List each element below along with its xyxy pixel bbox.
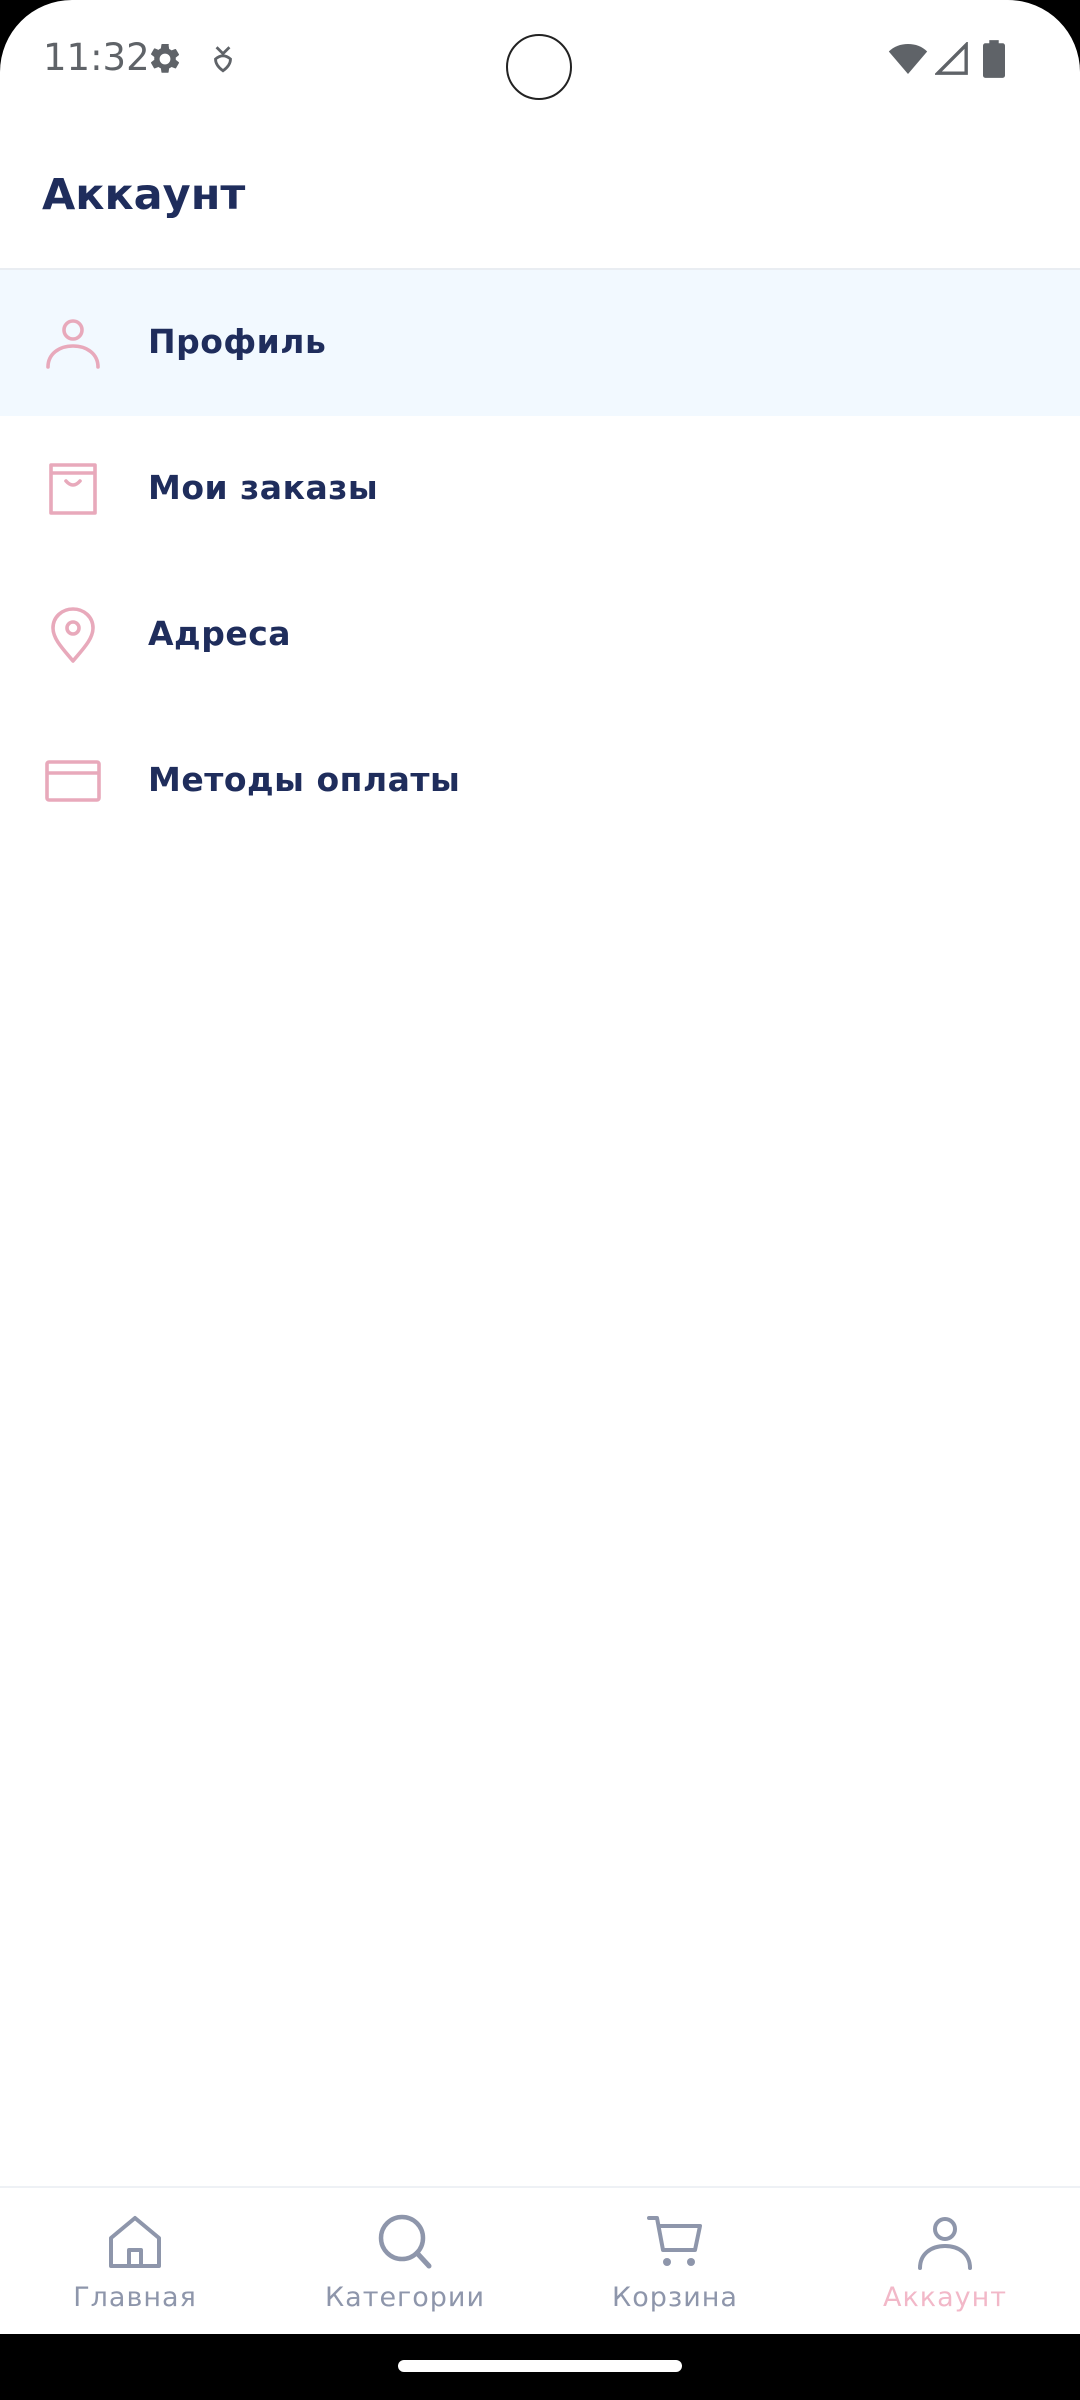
account-menu: Профиль Мои заказы Адреса Методы оплаты xyxy=(0,270,1080,854)
home-icon xyxy=(109,2216,161,2268)
status-time: 11:32 xyxy=(43,36,150,79)
bag-icon xyxy=(49,463,97,515)
battery-icon xyxy=(983,40,1005,78)
menu-item-addresses[interactable]: Адреса xyxy=(0,562,1080,708)
user-icon xyxy=(918,2217,972,2270)
credit-card-icon xyxy=(45,760,101,802)
nav-item-account[interactable]: Аккаунт xyxy=(810,2188,1080,2334)
device-frame: 11:32 Аккаунт Профиль Мои заказы Адреса … xyxy=(0,0,1080,2400)
menu-item-profile[interactable]: Профиль xyxy=(0,270,1080,416)
page-title: Аккаунт xyxy=(42,170,246,220)
nav-label: Категории xyxy=(325,2282,485,2313)
status-bar: 11:32 xyxy=(0,0,1080,120)
bottom-nav: Главная Категории Корзина Аккаунт xyxy=(0,2186,1080,2334)
signal-icon xyxy=(935,42,968,75)
menu-item-label: Мои заказы xyxy=(148,468,379,507)
menu-item-orders[interactable]: Мои заказы xyxy=(0,416,1080,562)
nav-label: Аккаунт xyxy=(883,2282,1007,2313)
drop-icon xyxy=(214,46,232,73)
nav-label: Главная xyxy=(73,2282,197,2313)
front-camera xyxy=(506,34,572,100)
search-icon xyxy=(378,2214,432,2269)
menu-item-label: Профиль xyxy=(148,322,327,361)
cart-icon xyxy=(647,2216,702,2266)
user-icon xyxy=(46,319,100,369)
gear-icon xyxy=(151,43,180,73)
menu-item-payment-methods[interactable]: Методы оплаты xyxy=(0,708,1080,854)
nav-item-categories[interactable]: Категории xyxy=(270,2188,540,2334)
gesture-bar[interactable] xyxy=(398,2360,682,2372)
nav-item-home[interactable]: Главная xyxy=(0,2188,270,2334)
nav-label: Корзина xyxy=(612,2282,738,2313)
app-header: Аккаунт xyxy=(0,130,1080,270)
nav-item-cart[interactable]: Корзина xyxy=(540,2188,810,2334)
wifi-icon xyxy=(888,44,928,74)
menu-item-label: Методы оплаты xyxy=(148,760,461,799)
location-pin-icon xyxy=(51,607,95,663)
menu-item-label: Адреса xyxy=(148,614,292,653)
screen: 11:32 Аккаунт Профиль Мои заказы Адреса … xyxy=(0,0,1080,2334)
